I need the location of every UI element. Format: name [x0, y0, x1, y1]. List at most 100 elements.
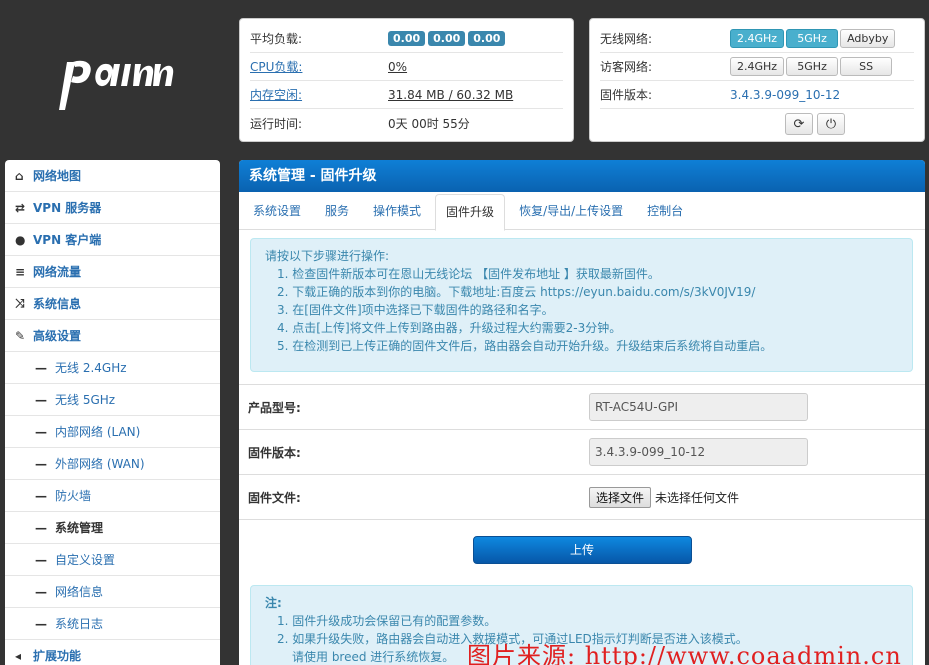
instruction-step: 4. 点击[上传]将文件上传到路由器，升级过程大约需要2-3分钟。	[277, 321, 622, 335]
sidebar-item-label: 高级设置	[33, 329, 82, 343]
note-item: 1. 固件升级成功会保留已有的配置参数。	[277, 614, 497, 628]
sidebar-sub-label: 系统日志	[55, 617, 104, 631]
load-1min-badge: 0.00	[388, 31, 426, 46]
network-status-panel: 无线网络: 2.4GHz 5GHz Adbyby 访客网络: 2.4GHz 5G…	[589, 18, 925, 142]
refresh-button[interactable]: ⟳	[785, 113, 813, 135]
ss-toggle[interactable]: SS	[840, 57, 893, 76]
refresh-icon: ⟳	[793, 116, 805, 132]
sidebar-sub-lan[interactable]: — 内部网络 (LAN)	[5, 416, 220, 448]
cpu-load-value: 0%	[388, 59, 408, 74]
home-icon: ⌂	[15, 168, 24, 183]
instruction-step: 5. 在检测到已上传正确的固件文件后，路由器会自动开始升级。升级结束后系统将自动…	[277, 339, 773, 353]
guest-5g-toggle[interactable]: 5GHz	[786, 57, 839, 76]
list-icon: ≡	[15, 264, 26, 279]
no-file-text: 未选择任何文件	[655, 490, 740, 505]
sidebar-sub-wireless-2g[interactable]: — 无线 2.4GHz	[5, 352, 220, 384]
guest-row: 访客网络: 2.4GHz 5GHz SS	[600, 53, 914, 81]
notes-title: 注:	[265, 596, 282, 610]
avg-load-row: 平均负载: 0.00 0.00 0.00	[250, 25, 563, 53]
instruction-step: 2. 下载正确的版本到你的电脑。下载地址:百度云 https://eyun.ba…	[277, 285, 756, 299]
instructions-box: 请按以下步骤进行操作: 1. 检查固件新版本可在恩山无线论坛 【固件发布地址 】…	[250, 238, 913, 372]
sidebar-item-system-info[interactable]: ⤨ 系统信息	[5, 288, 220, 320]
firmware-row: 固件版本: 3.4.3.9-099_10-12	[600, 81, 914, 109]
sidebar: ⌂ 网络地图 ⇄ VPN 服务器 ● VPN 客户端 ≡ 网络流量 ⤨ 系统信息 ✎ 高级设…	[5, 160, 220, 665]
action-buttons: ⟳ ⏻	[600, 109, 914, 135]
uptime-value: 0天 00时 55分	[388, 116, 470, 131]
sidebar-sub-label: 无线 5GHz	[55, 393, 116, 407]
sidebar-sub-firewall[interactable]: — 防火墙	[5, 480, 220, 512]
sidebar-item-network-map[interactable]: ⌂ 网络地图	[5, 160, 220, 192]
avg-load-label: 平均负载:	[250, 32, 303, 46]
sidebar-sub-administration[interactable]: — 系统管理	[5, 512, 220, 544]
power-button[interactable]: ⏻	[817, 113, 845, 135]
wrench-icon: ✎	[15, 328, 26, 343]
sidebar-item-extensions[interactable]: ◂ 扩展功能	[5, 640, 220, 665]
sidebar-sub-wan[interactable]: — 外部网络 (WAN)	[5, 448, 220, 480]
firmware-file-label: 固件文件:	[248, 490, 301, 505]
wireless-5g-toggle[interactable]: 5GHz	[786, 29, 839, 48]
wireless-row: 无线网络: 2.4GHz 5GHz Adbyby	[600, 25, 914, 53]
firmware-version-field[interactable]	[589, 438, 808, 466]
avg-load-values: 0.00 0.00 0.00	[388, 31, 508, 46]
sidebar-item-label: VPN 客户端	[33, 233, 102, 247]
sidebar-sub-label: 防火墙	[55, 489, 92, 503]
adbyby-toggle[interactable]: Adbyby	[840, 29, 896, 48]
sidebar-sub-netinfo[interactable]: — 网络信息	[5, 576, 220, 608]
page-title: 系统管理 - 固件升级	[239, 160, 925, 192]
firmware-version-row: 固件版本:	[239, 429, 925, 474]
sidebar-sub-label: 系统管理	[55, 521, 104, 535]
model-label: 产品型号:	[248, 400, 301, 415]
wireless-2g-toggle[interactable]: 2.4GHz	[730, 29, 785, 48]
sidebar-sub-custom[interactable]: — 自定义设置	[5, 544, 220, 576]
model-row: 产品型号:	[239, 384, 925, 429]
cpu-row: CPU负载: 0%	[250, 53, 563, 81]
sidebar-sub-wireless-5g[interactable]: — 无线 5GHz	[5, 384, 220, 416]
choose-file-button[interactable]: 选择文件	[589, 486, 652, 508]
memory-free-value: 31.84 MB / 60.32 MB	[388, 87, 514, 102]
guest-label: 访客网络:	[600, 60, 653, 74]
padavan-logo	[59, 60, 174, 110]
memory-free-link[interactable]: 内存空闲:	[250, 86, 388, 103]
wireless-label: 无线网络:	[600, 32, 653, 46]
instructions-intro: 请按以下步骤进行操作:	[265, 249, 390, 263]
instruction-step: 3. 在[固件文件]项中选择已下载固件的路径和名字。	[277, 303, 554, 317]
upload-row: 上传	[239, 519, 925, 579]
retweet-icon: ⇄	[15, 200, 26, 215]
firmware-label: 固件版本:	[600, 88, 653, 102]
firmware-version-link[interactable]: 3.4.3.9-099_10-12	[730, 88, 840, 102]
globe-icon: ●	[15, 232, 26, 247]
watermark-text: 图片来源: http://www.coaadmin.cn	[467, 642, 902, 665]
tab-firmware-upgrade[interactable]: 固件升级	[435, 194, 506, 231]
memory-row: 内存空闲: 31.84 MB / 60.32 MB	[250, 81, 563, 109]
uptime-row: 运行时间: 0天 00时 55分	[250, 109, 563, 137]
system-status-panel: 平均负载: 0.00 0.00 0.00 CPU负载: 0% 内存空闲: 31.84…	[239, 18, 574, 142]
firmware-file-row: 固件文件: 选择文件 未选择任何文件	[239, 474, 925, 519]
sidebar-item-vpn-client[interactable]: ● VPN 客户端	[5, 224, 220, 256]
sidebar-sub-label: 内部网络 (LAN)	[55, 425, 141, 439]
tab-restore-export[interactable]: 恢复/导出/上传设置	[509, 194, 633, 229]
main-panel: 系统管理 - 固件升级 系统设置 服务 操作模式 固件升级 恢复/导出/上传设置…	[239, 160, 925, 665]
tab-services[interactable]: 服务	[315, 194, 359, 229]
load-15min-badge: 0.00	[468, 31, 506, 46]
guest-2g-toggle[interactable]: 2.4GHz	[730, 57, 785, 76]
upload-button[interactable]: 上传	[472, 535, 692, 564]
sidebar-sub-label: 外部网络 (WAN)	[55, 457, 145, 471]
sidebar-item-advanced[interactable]: ✎ 高级设置	[5, 320, 220, 352]
tab-operation-mode[interactable]: 操作模式	[363, 194, 431, 229]
firmware-version-label: 固件版本:	[248, 445, 301, 460]
sidebar-sub-label: 自定义设置	[55, 553, 116, 567]
sidebar-item-traffic[interactable]: ≡ 网络流量	[5, 256, 220, 288]
load-5min-badge: 0.00	[428, 31, 466, 46]
share-icon: ◂	[15, 648, 22, 663]
sidebar-sub-syslog[interactable]: — 系统日志	[5, 608, 220, 640]
cpu-load-link[interactable]: CPU负载:	[250, 58, 388, 75]
model-field[interactable]	[589, 393, 808, 421]
sidebar-item-label: 网络流量	[33, 265, 82, 279]
sidebar-item-vpn-server[interactable]: ⇄ VPN 服务器	[5, 192, 220, 224]
tab-console[interactable]: 控制台	[637, 194, 693, 229]
sidebar-item-label: 网络地图	[33, 169, 82, 183]
sidebar-sub-label: 网络信息	[55, 585, 104, 599]
tab-system-settings[interactable]: 系统设置	[243, 194, 311, 229]
sidebar-item-label: 系统信息	[33, 297, 82, 311]
instruction-step: 1. 检查固件新版本可在恩山无线论坛 【固件发布地址 】获取最新固件。	[277, 267, 660, 281]
